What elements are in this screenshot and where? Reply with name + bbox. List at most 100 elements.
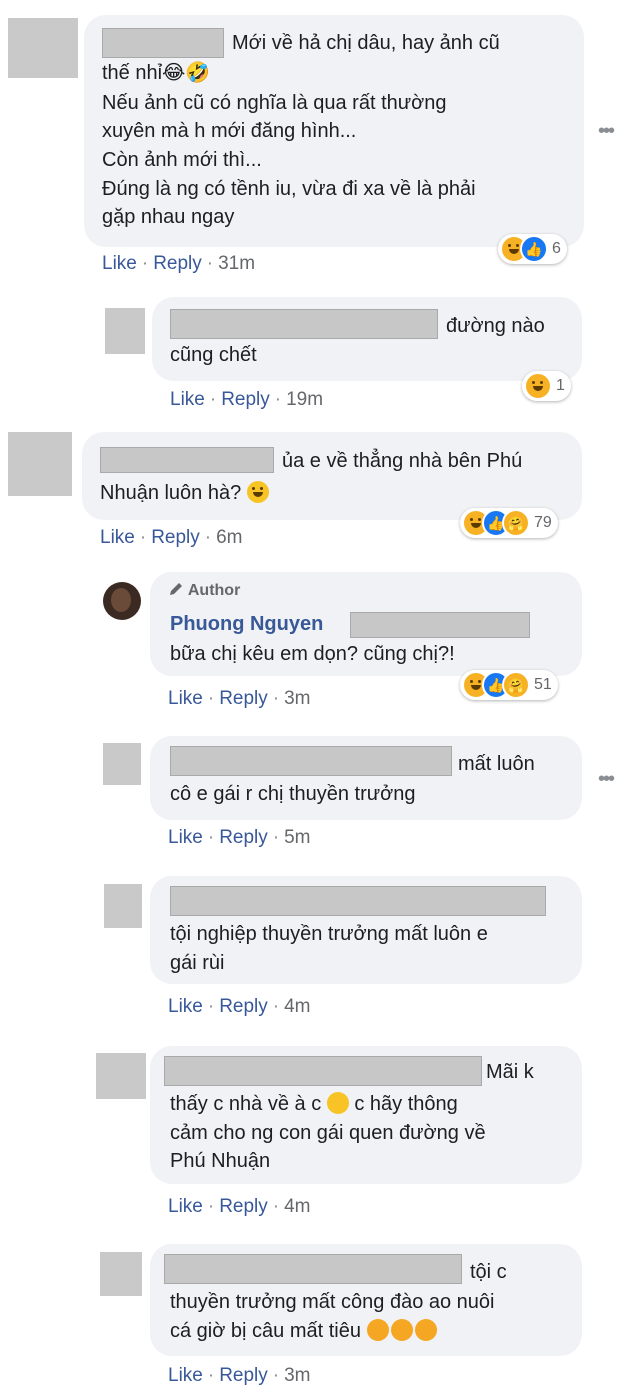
comment-actions: Like · Reply · 3m [168, 688, 311, 710]
comment-text-line: tội nghiệp thuyền trưởng mất luôn e [170, 923, 488, 945]
reaction-count: 79 [534, 514, 552, 531]
comment-text-line: Phú Nhuận [170, 1150, 271, 1172]
comment-text-line: Đúng là ng có tềnh iu, vừa đi xa về là p… [102, 178, 476, 200]
redacted-commenter-name [170, 746, 452, 776]
reaction-summary[interactable]: 1 [522, 371, 571, 401]
like-link[interactable]: Like [102, 253, 137, 274]
comment-text: cá giờ bị câu mất tiêu [170, 1320, 361, 1342]
reply-link[interactable]: Reply [219, 1196, 268, 1217]
redacted-commenter-name [170, 886, 546, 916]
like-link[interactable]: Like [168, 688, 203, 709]
comment-text-line: thấy c nhà về à c c hãy thông [170, 1091, 458, 1117]
comment-text-line: Nhuận luôn hà? [100, 480, 269, 506]
timestamp[interactable]: 3m [284, 1365, 310, 1386]
like-link[interactable]: Like [168, 996, 203, 1017]
more-options-icon[interactable]: ••• [598, 768, 615, 791]
comment-actions: Like · Reply · 6m [100, 527, 243, 549]
reply-link[interactable]: Reply [219, 688, 268, 709]
comment-text-line: cảm cho ng con gái quen đường về [170, 1122, 486, 1144]
loudly-crying-icon [366, 1319, 389, 1341]
comment-text-line: thuyền trưởng mất công đào ao nuôi [170, 1291, 495, 1313]
author-label: Author [187, 582, 241, 599]
author-badge: Author [168, 581, 240, 600]
author-avatar[interactable] [103, 582, 141, 620]
reaction-count: 1 [556, 377, 565, 394]
timestamp[interactable]: 6m [216, 527, 242, 548]
separator: · [207, 1365, 215, 1386]
reaction-summary[interactable]: 👍 6 [498, 234, 567, 264]
author-name[interactable]: Phuong Nguyen [170, 613, 323, 636]
comment-text-line: gặp nhau ngay [102, 206, 235, 228]
like-icon: 👍 [520, 235, 548, 263]
comment-text-line: mất luôn [458, 753, 535, 775]
timestamp[interactable]: 3m [284, 688, 310, 709]
timestamp[interactable]: 4m [284, 996, 310, 1017]
separator: · [274, 389, 282, 410]
commenter-avatar-redacted[interactable] [8, 432, 72, 496]
redacted-commenter-name [170, 309, 438, 339]
like-link[interactable]: Like [168, 1365, 203, 1386]
redacted-commenter-name [102, 28, 224, 58]
separator: · [272, 1365, 280, 1386]
smile-icon [246, 481, 269, 503]
commenter-avatar-redacted[interactable] [96, 1053, 146, 1099]
separator: · [139, 527, 147, 548]
separator: · [141, 253, 149, 274]
separator: · [272, 996, 280, 1017]
reply-link[interactable]: Reply [151, 527, 200, 548]
timestamp[interactable]: 31m [218, 253, 255, 274]
separator: · [204, 527, 212, 548]
like-link[interactable]: Like [168, 1196, 203, 1217]
reaction-summary[interactable]: 👍 🤗 79 [460, 508, 558, 538]
separator: · [206, 253, 214, 274]
haha-icon [524, 372, 552, 400]
timestamp[interactable]: 19m [286, 389, 323, 410]
reaction-summary[interactable]: 👍 🤗 51 [460, 670, 558, 700]
separator: · [207, 827, 215, 848]
commenter-avatar-redacted[interactable] [103, 743, 141, 785]
comment-text: c hãy thông [354, 1093, 458, 1115]
comment-text-line: gái rùi [170, 952, 225, 974]
comment-text-line: Mãi k [486, 1061, 534, 1083]
redacted-commenter-name [100, 447, 274, 473]
reply-link[interactable]: Reply [219, 1365, 268, 1386]
reaction-count: 51 [534, 676, 552, 693]
reply-link[interactable]: Reply [153, 253, 202, 274]
comment-actions: Like · Reply · 3m [168, 1365, 311, 1387]
reply-link[interactable]: Reply [219, 827, 268, 848]
care-icon: 🤗 [502, 671, 530, 699]
like-link[interactable]: Like [170, 389, 205, 410]
comment-text-line: Mới về hả chị dâu, hay ảnh cũ [232, 32, 500, 54]
separator: · [272, 1196, 280, 1217]
timestamp[interactable]: 5m [284, 827, 310, 848]
reply-link[interactable]: Reply [221, 389, 270, 410]
reaction-count: 6 [552, 240, 561, 257]
comment-text-line: cô e gái r chị thuyền trưởng [170, 783, 416, 805]
comment-text-line: xuyên mà h mới đăng hình... [102, 120, 357, 142]
comment-text-line: bữa chị kêu em dọn? cũng chị?! [170, 643, 455, 665]
comment-text: thấy c nhà về à c [170, 1093, 322, 1115]
care-icon: 🤗 [502, 509, 530, 537]
more-options-icon[interactable]: ••• [598, 120, 615, 143]
comment-text-line: đường nào [446, 315, 545, 337]
comment-text-line: tội c [470, 1261, 507, 1283]
like-link[interactable]: Like [168, 827, 203, 848]
separator: · [207, 996, 215, 1017]
loudly-crying-icon [390, 1319, 413, 1341]
commenter-avatar-redacted[interactable] [8, 18, 78, 78]
reply-link[interactable]: Reply [219, 996, 268, 1017]
pencil-icon [170, 583, 182, 595]
comment-text-line: cũng chết [170, 344, 257, 366]
like-link[interactable]: Like [100, 527, 135, 548]
comment-actions: Like · Reply · 4m [168, 996, 311, 1018]
comment-actions: Like · Reply · 4m [168, 1196, 311, 1218]
comment-text-line: Còn ảnh mới thì... [102, 149, 262, 171]
timestamp[interactable]: 4m [284, 1196, 310, 1217]
pensive-icon [326, 1092, 349, 1114]
comment-bubble [82, 432, 582, 520]
commenter-avatar-redacted[interactable] [105, 308, 145, 354]
comment-text-line: Nếu ảnh cũ có nghĩa là qua rất thường [102, 92, 447, 114]
commenter-avatar-redacted[interactable] [100, 1252, 142, 1296]
commenter-avatar-redacted[interactable] [104, 884, 142, 928]
comment-actions: Like · Reply · 31m [102, 253, 255, 275]
